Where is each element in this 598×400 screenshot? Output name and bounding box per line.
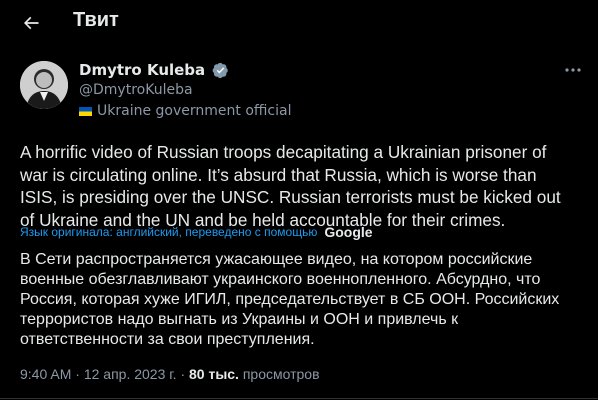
- back-button[interactable]: [14, 6, 48, 40]
- translation-note-label[interactable]: Язык оригинала: английский, переведено с…: [20, 225, 317, 239]
- divider: [0, 398, 598, 399]
- affiliation-row: Ukraine government official: [79, 103, 291, 119]
- tweet-meta: 9:40 AM · 12 апр. 2023 г. · 80 тыс. прос…: [20, 366, 320, 382]
- tweet-time[interactable]: 9:40 AM: [20, 366, 71, 382]
- tweet-text: A horrific video of Russian troops decap…: [20, 142, 561, 230]
- author-name-row[interactable]: Dmytro Kuleba: [79, 61, 229, 79]
- affiliation-label: Ukraine government official: [97, 103, 292, 119]
- top-bar: Твит: [0, 0, 598, 44]
- verified-badge-icon: [212, 62, 228, 78]
- avatar[interactable]: [20, 61, 68, 109]
- author-handle[interactable]: @DmytroKuleba: [79, 82, 193, 98]
- more-options-button[interactable]: [562, 60, 584, 80]
- profile-photo: [20, 61, 68, 109]
- meta-separator: ·: [180, 366, 186, 382]
- author-name[interactable]: Dmytro Kuleba: [79, 61, 205, 79]
- tweet-date[interactable]: 12 апр. 2023 г.: [84, 366, 177, 382]
- google-logo-text: Google: [324, 224, 373, 240]
- more-horizontal-icon: [565, 68, 581, 72]
- views-count[interactable]: 80 тыс.: [189, 366, 239, 382]
- arrow-left-icon: [23, 16, 39, 30]
- page-title: Твит: [73, 9, 119, 31]
- views-label: просмотров: [242, 366, 320, 382]
- ukraine-flag-icon: [79, 106, 92, 116]
- meta-separator: ·: [75, 366, 80, 382]
- translated-text: В Сети распространяется ужасающее видео,…: [20, 251, 560, 348]
- translation-note[interactable]: Язык оригинала: английский, переведено с…: [20, 224, 373, 240]
